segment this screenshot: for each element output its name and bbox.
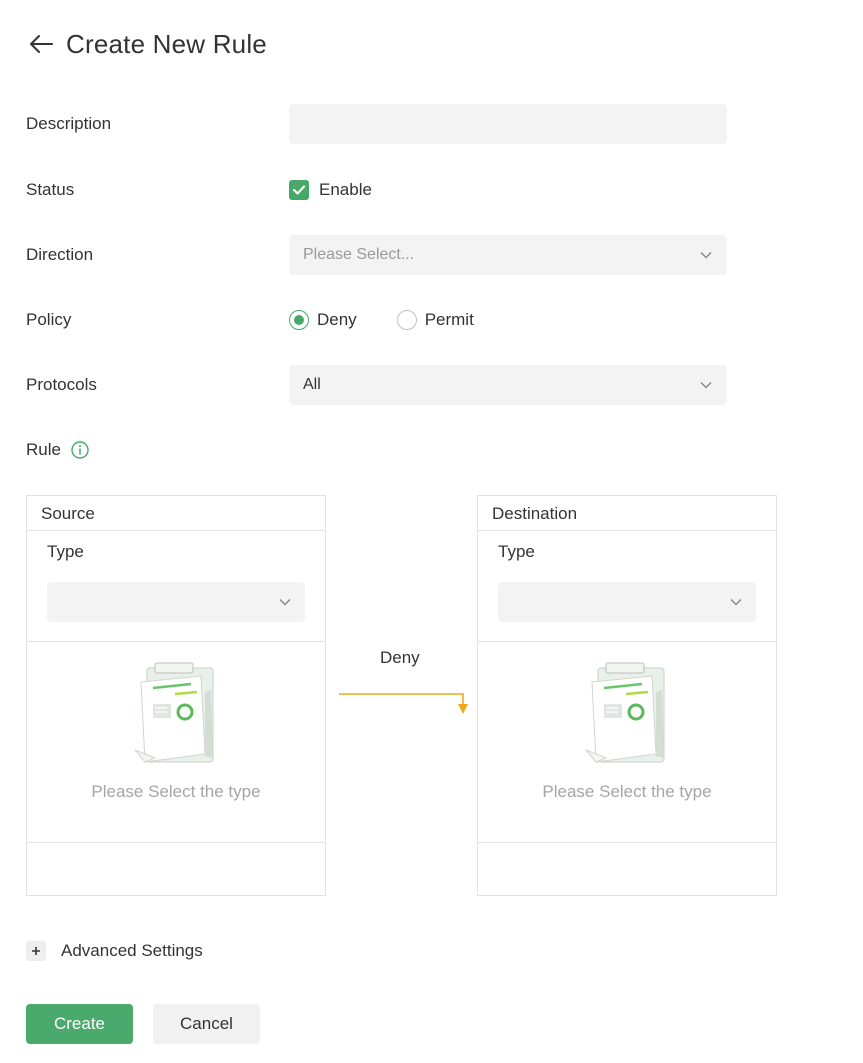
radio-checked-icon[interactable] (289, 310, 309, 330)
source-type-label: Type (47, 542, 84, 561)
destination-type-select[interactable] (498, 582, 756, 622)
source-empty-state: Please Select the type (27, 642, 325, 843)
create-button[interactable]: Create (26, 1004, 133, 1044)
policy-radio-group: Deny Permit (289, 300, 514, 340)
source-title: Source (27, 496, 325, 531)
advanced-settings-toggle[interactable]: Advanced Settings (26, 938, 203, 964)
page-header: Create New Rule (26, 26, 267, 62)
chevron-down-icon (279, 593, 291, 611)
status-enable-checkbox[interactable]: Enable (289, 170, 372, 210)
page-title: Create New Rule (66, 28, 267, 59)
description-field-wrapper (289, 104, 727, 144)
protocols-label: Protocols (26, 375, 97, 394)
clipboard-illustration (582, 662, 672, 772)
destination-title: Destination (478, 496, 776, 531)
radio-unchecked-icon[interactable] (396, 310, 417, 330)
destination-panel: Destination Type Please Select the type (477, 495, 777, 896)
plus-icon[interactable] (26, 941, 46, 961)
flow-arrow (339, 693, 468, 714)
source-empty-text: Please Select the type (91, 782, 261, 801)
policy-option-permit[interactable]: Permit (396, 310, 474, 330)
flow-policy-label: Deny (380, 648, 420, 667)
description-input[interactable] (289, 104, 727, 144)
policy-option-deny[interactable]: Deny (289, 310, 357, 330)
direction-label: Direction (26, 245, 94, 264)
advanced-settings-label: Advanced Settings (61, 941, 203, 960)
info-circle-icon[interactable] (71, 441, 89, 459)
permit-label: Permit (424, 310, 474, 329)
protocols-select[interactable]: All (289, 365, 727, 405)
rule-label-row: Rule (26, 430, 89, 470)
source-type-select[interactable] (47, 582, 305, 622)
status-label: Status (26, 180, 75, 199)
destination-empty-text: Please Select the type (542, 782, 712, 801)
rule-label: Rule (26, 440, 61, 459)
check-icon[interactable] (289, 180, 309, 200)
deny-label: Deny (317, 310, 357, 329)
chevron-down-icon (730, 593, 742, 611)
destination-empty-state: Please Select the type (478, 642, 776, 843)
chevron-down-icon (699, 248, 713, 262)
arrow-left-icon[interactable] (26, 29, 56, 59)
direction-placeholder: Please Select... (303, 246, 415, 263)
clipboard-illustration (131, 662, 221, 772)
destination-type-section: Type (478, 531, 776, 642)
protocols-value: All (303, 376, 321, 393)
source-panel: Source Type Please Select the type (26, 495, 326, 896)
cancel-button[interactable]: Cancel (153, 1004, 260, 1044)
chevron-down-icon (699, 378, 713, 392)
destination-type-label: Type (498, 542, 535, 561)
direction-select[interactable]: Please Select... (289, 235, 727, 275)
source-type-section: Type (27, 531, 325, 642)
enable-label: Enable (319, 180, 372, 199)
description-label: Description (26, 114, 112, 133)
policy-label: Policy (26, 310, 72, 329)
